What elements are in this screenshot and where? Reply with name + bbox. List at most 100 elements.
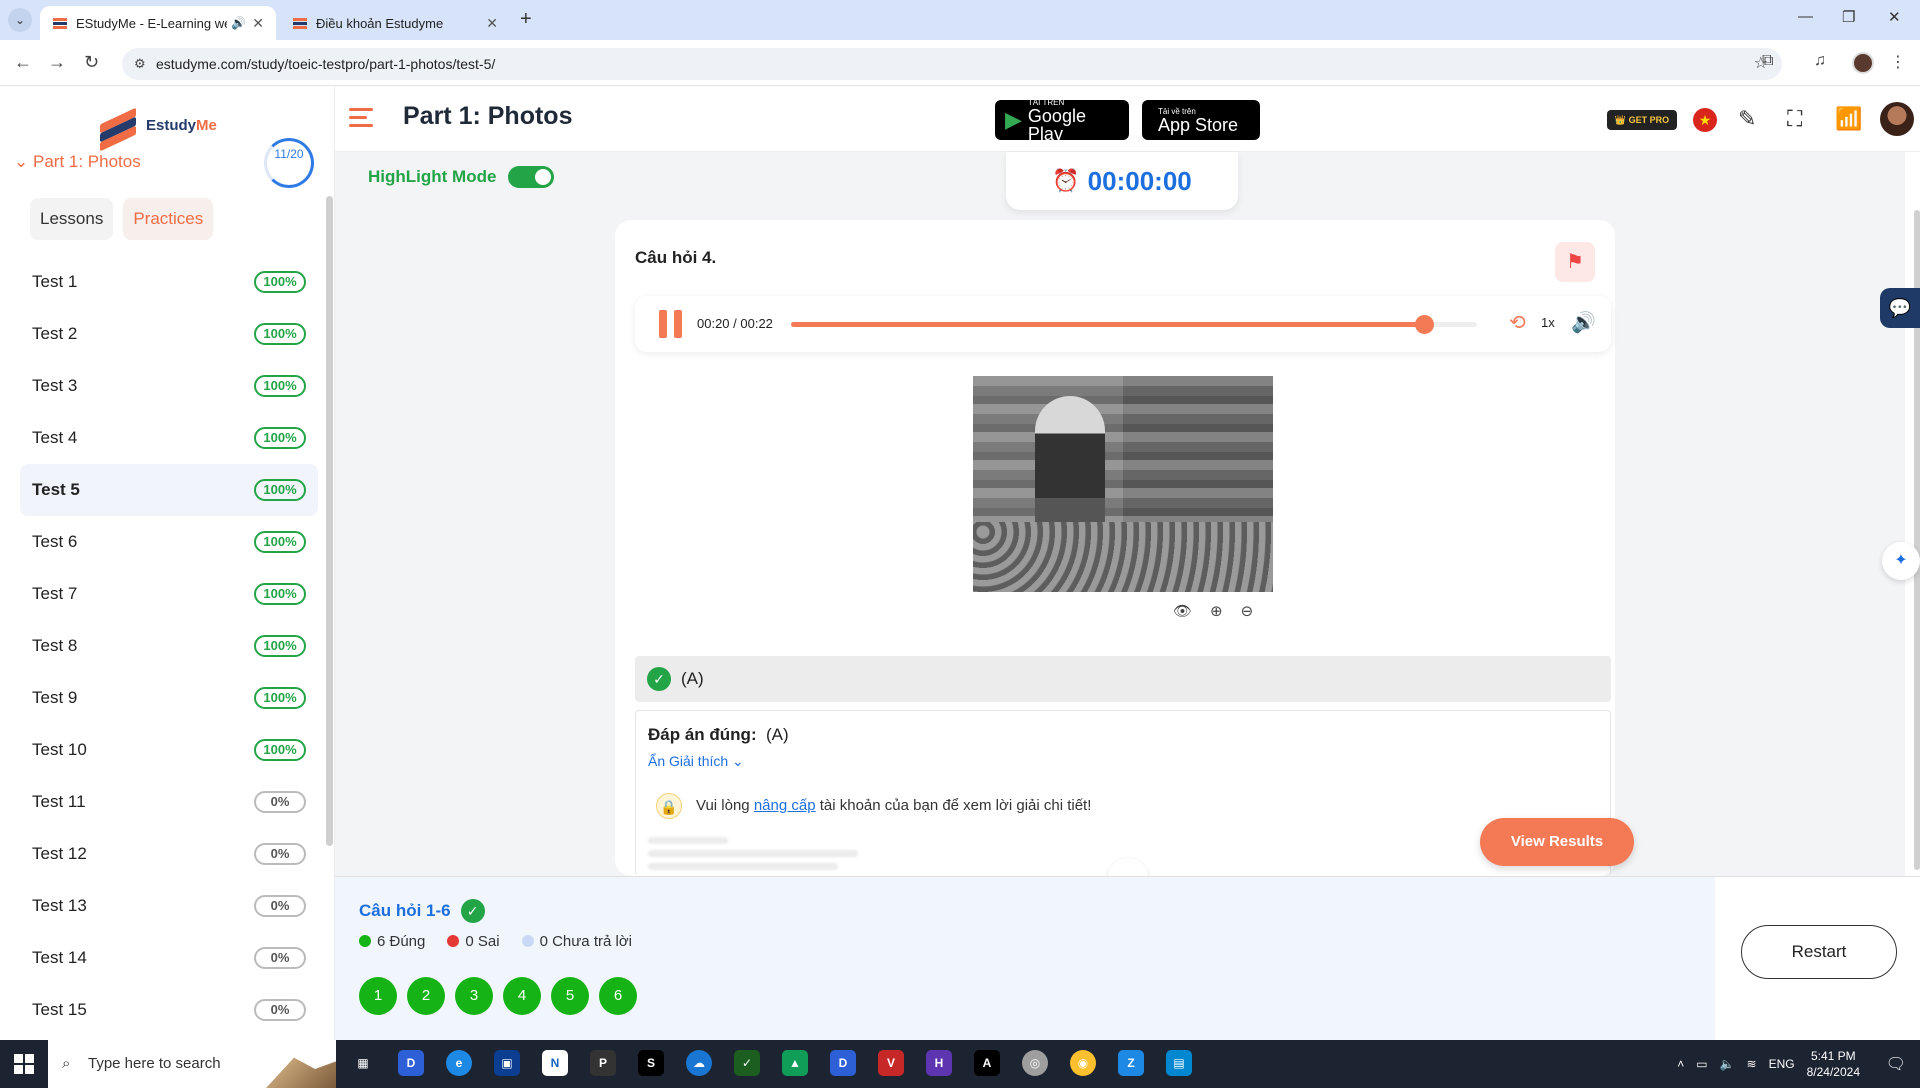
app-h-icon[interactable]: H <box>926 1050 952 1076</box>
ai-assistant-button[interactable]: ✦ <box>1882 542 1920 580</box>
notes-icon[interactable]: ✎ <box>1738 106 1756 132</box>
app-d2-icon[interactable]: D <box>830 1050 856 1076</box>
audio-playing-icon[interactable]: 🔊 <box>231 16 246 30</box>
app-d-icon[interactable]: D <box>398 1050 424 1076</box>
reload-icon[interactable]: ↻ <box>84 52 99 73</box>
back-icon[interactable]: ← <box>14 52 32 73</box>
app-s-icon[interactable]: S <box>638 1050 664 1076</box>
media-control-icon[interactable]: ♫ <box>1814 52 1826 70</box>
vietnam-flag-icon[interactable]: ★ <box>1693 108 1717 132</box>
eye-icon[interactable]: 👁 <box>1173 602 1192 620</box>
question-number-button[interactable]: 4 <box>503 977 541 1015</box>
user-avatar[interactable] <box>1880 102 1914 136</box>
browser-profile-avatar[interactable] <box>1852 52 1874 74</box>
sidebar-item-test[interactable]: Test 15 0% <box>20 984 318 1036</box>
task-view-icon[interactable]: ▦ <box>350 1050 376 1076</box>
site-info-icon[interactable]: ⚙ <box>134 48 146 80</box>
windows-start-icon[interactable] <box>14 1054 34 1074</box>
sidebar-item-test[interactable]: Test 9 100% <box>20 672 318 724</box>
drive-icon[interactable]: ▲ <box>782 1050 808 1076</box>
replay-icon[interactable]: ⟲ <box>1509 310 1526 335</box>
close-window-icon[interactable]: ✕ <box>1888 8 1901 26</box>
sidebar-item-test[interactable]: Test 10 100% <box>20 724 318 776</box>
pause-button[interactable] <box>659 310 683 338</box>
edge-icon[interactable]: e <box>446 1050 472 1076</box>
close-tab-icon[interactable]: ✕ <box>486 15 498 32</box>
store-icon[interactable]: ▤ <box>1166 1050 1192 1076</box>
sidebar-item-test[interactable]: Test 7 100% <box>20 568 318 620</box>
hamburger-menu-icon[interactable] <box>349 108 373 132</box>
view-results-button[interactable]: View Results <box>1480 818 1634 866</box>
new-tab-icon[interactable]: + <box>520 8 532 31</box>
notion-like-icon[interactable]: N <box>542 1050 568 1076</box>
devc-icon[interactable]: ▣ <box>494 1050 520 1076</box>
chrome-icon[interactable]: ◉ <box>1070 1050 1096 1076</box>
onedrive-icon[interactable]: ☁ <box>686 1050 712 1076</box>
sidebar-item-test[interactable]: Test 4 100% <box>20 412 318 464</box>
restart-button[interactable]: Restart <box>1741 925 1897 979</box>
zoom-out-icon[interactable]: ⊖ <box>1241 602 1254 620</box>
sidebar-item-test[interactable]: Test 13 0% <box>20 880 318 932</box>
tasks-icon[interactable]: ✓ <box>734 1050 760 1076</box>
sidebar-item-test[interactable]: Test 5 100% <box>20 464 318 516</box>
tab-practices[interactable]: Practices <box>123 198 214 240</box>
playback-speed[interactable]: 1x <box>1541 315 1555 330</box>
taskbar-search[interactable]: ⌕ Type here to search <box>48 1040 336 1088</box>
tray-chevron-up-icon[interactable]: ˄ <box>1677 1057 1684 1071</box>
sidebar-scrollbar[interactable] <box>326 196 333 846</box>
browser-menu-icon[interactable]: ⋮ <box>1890 52 1906 72</box>
sidebar-item-test[interactable]: Test 12 0% <box>20 828 318 880</box>
zalo-icon[interactable]: Z <box>1118 1050 1144 1076</box>
zoom-in-icon[interactable]: ⊕ <box>1210 602 1223 620</box>
notification-icon[interactable]: 🗨 <box>1886 1054 1906 1074</box>
section-collapse-toggle[interactable]: ⌄ Part 1: Photos <box>14 152 141 172</box>
audio-seek-handle[interactable] <box>1415 315 1435 334</box>
close-tab-icon[interactable]: ✕ <box>252 15 264 32</box>
estudyme-logo[interactable]: EstudyMe <box>100 107 217 152</box>
upgrade-link[interactable]: nâng cấp <box>754 797 816 814</box>
sidebar-item-test[interactable]: Test 1 100% <box>20 256 318 308</box>
app-store-badge[interactable]: Tải về trên App Store <box>1142 100 1260 140</box>
tab-lessons[interactable]: Lessons <box>30 198 114 240</box>
vku-icon[interactable]: V <box>878 1050 904 1076</box>
question-number-button[interactable]: 1 <box>359 977 397 1015</box>
taskbar-clock[interactable]: 5:41 PM 8/24/2024 <box>1807 1048 1860 1080</box>
tab-search-button[interactable]: ⌄ <box>8 8 32 32</box>
fullscreen-icon[interactable]: ⛶ <box>1787 106 1802 132</box>
statistics-icon[interactable]: 📶 <box>1835 106 1862 132</box>
language-indicator[interactable]: ENG <box>1769 1057 1795 1071</box>
answer-choice-a[interactable]: ✓ (A) <box>635 656 1611 702</box>
hide-explanation-link[interactable]: Ẩn Giải thích ⌄ <box>648 753 744 770</box>
highlight-mode-toggle[interactable] <box>508 166 555 188</box>
sidebar-item-test[interactable]: Test 11 0% <box>20 776 318 828</box>
sidebar-item-test[interactable]: Test 3 100% <box>20 360 318 412</box>
restore-icon[interactable]: ❐ <box>1842 8 1855 26</box>
question-number-button[interactable]: 6 <box>599 977 637 1015</box>
get-pro-button[interactable]: 👑 GET PRO <box>1607 110 1677 130</box>
tab-dieu-khoan[interactable]: Điều khoản Estudyme ✕ <box>280 6 510 40</box>
volume-icon[interactable]: 🔊 <box>1571 310 1596 335</box>
chat-button[interactable]: 💬 <box>1880 288 1920 328</box>
forward-icon[interactable]: → <box>48 52 66 73</box>
minimize-icon[interactable]: — <box>1798 8 1813 25</box>
audio-seek-bar[interactable] <box>791 315 1477 334</box>
sidebar-item-test[interactable]: Test 8 100% <box>20 620 318 672</box>
sidebar-item-test[interactable]: Test 2 100% <box>20 308 318 360</box>
tab-estudyme[interactable]: EStudyMe - E-Learning web 🔊 ✕ <box>40 6 276 40</box>
app-p-icon[interactable]: P <box>590 1050 616 1076</box>
app-a-icon[interactable]: A <box>974 1050 1000 1076</box>
google-play-badge[interactable]: ▶ TẢI TRÊN Google Play <box>995 98 1129 143</box>
app-shield-icon[interactable]: ◎ <box>1022 1050 1048 1076</box>
question-number-button[interactable]: 3 <box>455 977 493 1015</box>
battery-icon[interactable]: ▭ <box>1696 1057 1707 1071</box>
question-number-button[interactable]: 2 <box>407 977 445 1015</box>
address-bar[interactable]: ⚙ estudyme.com/study/toeic-testpro/part-… <box>122 48 1782 80</box>
speaker-icon[interactable]: 🔈 <box>1720 1057 1735 1071</box>
flag-question-button[interactable]: ⚑ <box>1555 242 1595 282</box>
extensions-icon[interactable]: ⧉ <box>1762 52 1773 70</box>
question-number-button[interactable]: 5 <box>551 977 589 1015</box>
sidebar-item-test[interactable]: Test 6 100% <box>20 516 318 568</box>
get-pro-label: GET PRO <box>1628 115 1670 125</box>
wifi-icon[interactable]: ≋ <box>1747 1057 1757 1071</box>
sidebar-item-test[interactable]: Test 14 0% <box>20 932 318 984</box>
